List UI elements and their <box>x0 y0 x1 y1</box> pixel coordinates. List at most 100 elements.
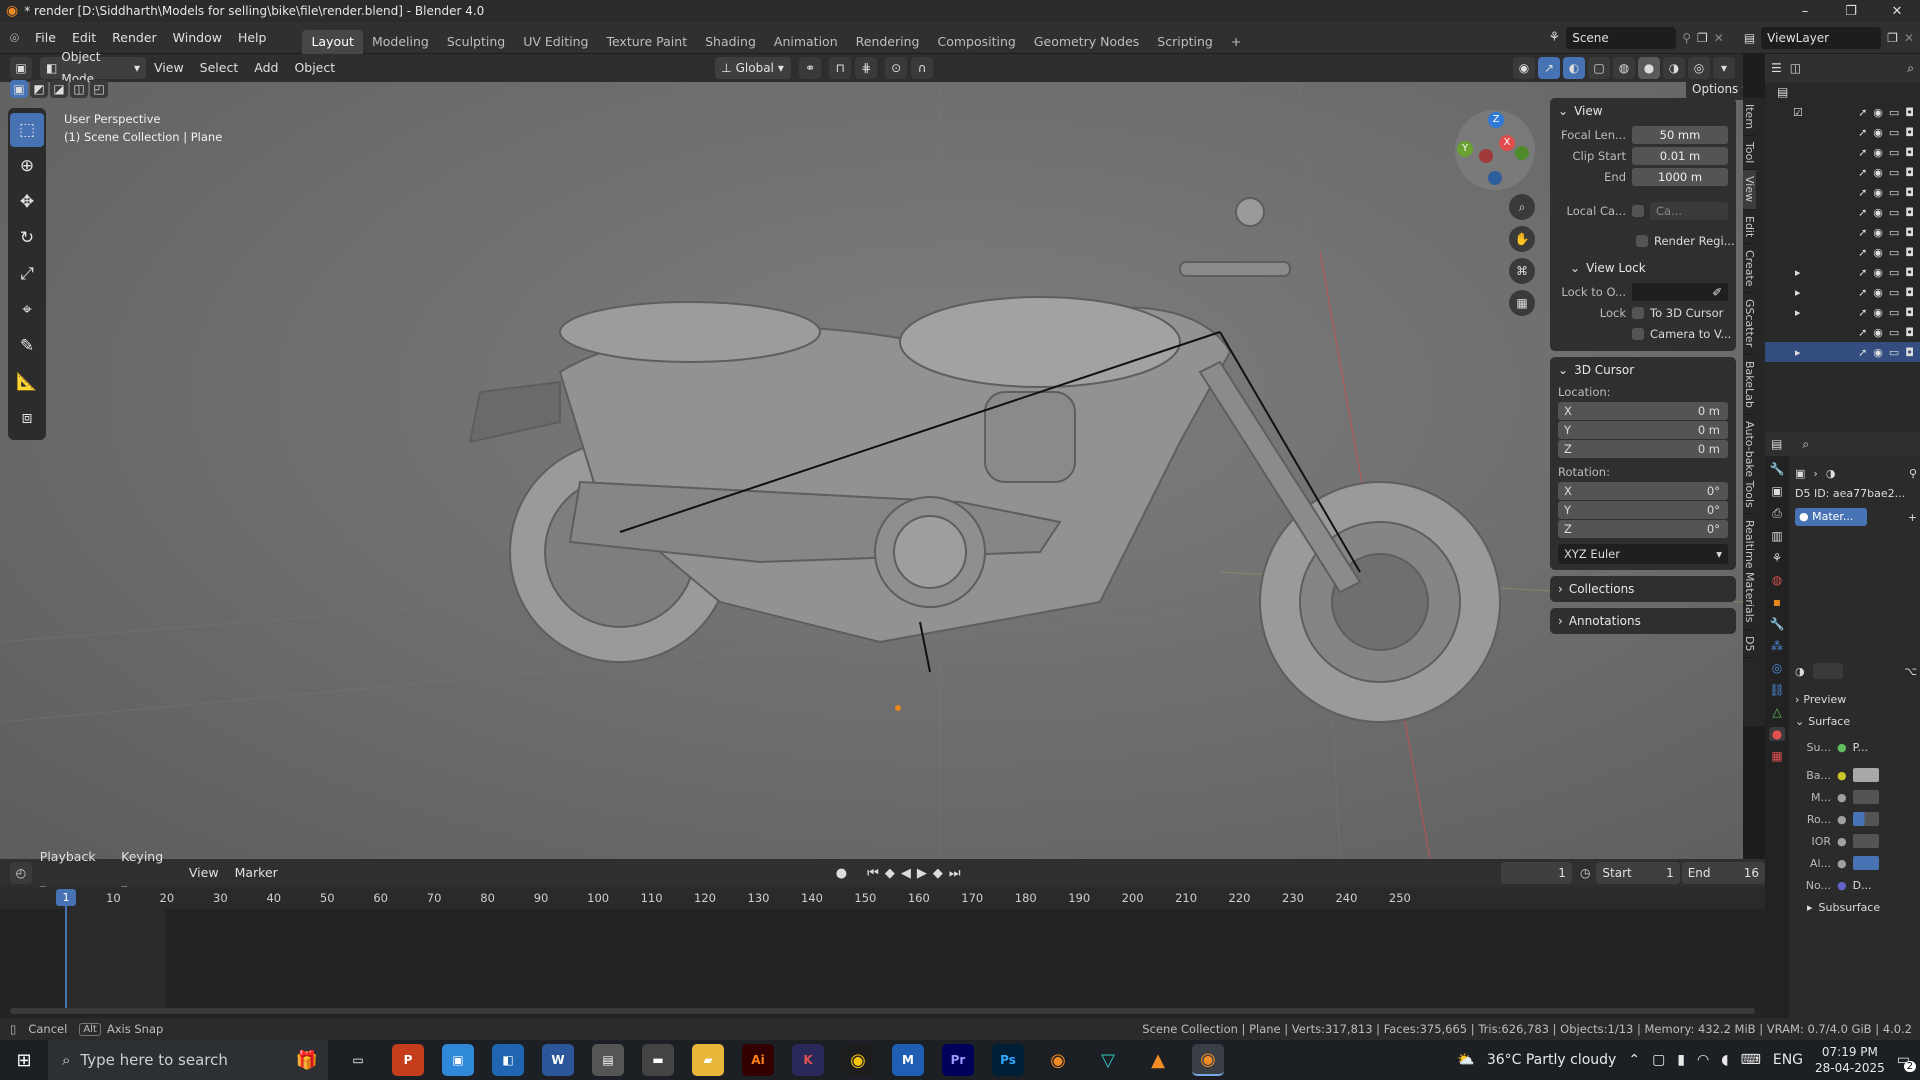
next-keyframe-icon[interactable]: ◆ <box>933 866 943 881</box>
add-workspace-button[interactable]: + <box>1222 30 1250 54</box>
properties-editor-icon[interactable]: ▤ <box>1771 437 1782 451</box>
file-explorer-icon[interactable]: ▰ <box>692 1044 724 1076</box>
alpha-field[interactable] <box>1852 856 1879 870</box>
display-mode-icon[interactable]: ◫ <box>1790 61 1801 75</box>
language-indicator[interactable]: ENG <box>1773 1052 1803 1068</box>
lock-to-object-field[interactable]: ✐ <box>1632 283 1728 301</box>
camera-icon[interactable]: ◘ <box>1905 166 1914 179</box>
filter-icon[interactable]: ▤ <box>1777 85 1788 99</box>
select-arrow-icon[interactable]: ➚ <box>1858 306 1867 319</box>
gizmo-toggle-icon[interactable]: ↗ <box>1538 57 1560 79</box>
camera-icon[interactable]: ◘ <box>1905 146 1914 159</box>
marker-menu[interactable]: Marker <box>227 857 286 889</box>
play-icon[interactable]: ▶ <box>917 866 927 881</box>
camera-icon[interactable]: ◘ <box>1905 206 1914 219</box>
select-arrow-icon[interactable]: ➚ <box>1858 226 1867 239</box>
view-section-header[interactable]: ⌄ View <box>1550 98 1736 124</box>
eye-icon[interactable]: ◉ <box>1873 346 1883 359</box>
drive-icon[interactable]: ▬ <box>642 1044 674 1076</box>
expand-arrow-icon[interactable]: ▸ <box>1795 346 1801 359</box>
current-frame-field[interactable]: 1 <box>1500 862 1572 884</box>
viewlayer-icon[interactable]: ▤ <box>1744 31 1755 45</box>
monitor-icon[interactable]: ▭ <box>1889 166 1899 179</box>
gizmo-z-axis[interactable]: Z <box>1488 112 1504 128</box>
weather-text[interactable]: 36°C Partly cloudy <box>1487 1052 1617 1068</box>
monitor-icon[interactable]: ▭ <box>1889 246 1899 259</box>
eye-icon[interactable]: ◉ <box>1873 286 1883 299</box>
select-arrow-icon[interactable]: ➚ <box>1858 266 1867 279</box>
select-arrow-icon[interactable]: ➚ <box>1858 106 1867 119</box>
outliner-row[interactable]: ➚ ◉ ▭ ◘ <box>1765 202 1920 222</box>
eye-icon[interactable]: ◉ <box>1873 166 1883 179</box>
blender-menu-icon[interactable]: ⌾ <box>0 29 27 47</box>
tab-rendering[interactable]: Rendering <box>847 30 929 54</box>
subsurface-panel-header[interactable]: ▸ Subsurface <box>1795 896 1917 918</box>
tab-sculpting[interactable]: Sculpting <box>438 30 514 54</box>
select-arrow-icon[interactable]: ➚ <box>1858 126 1867 139</box>
transform-tool-icon[interactable]: ⌖ <box>10 293 44 327</box>
loc-x-field[interactable]: 0 m <box>1698 404 1728 418</box>
tab-compositing[interactable]: Compositing <box>928 30 1024 54</box>
select-arrow-icon[interactable]: ➚ <box>1858 326 1867 339</box>
metallic-field[interactable] <box>1852 790 1879 804</box>
monitor-icon[interactable]: ▭ <box>1889 226 1899 239</box>
tab-view[interactable]: View <box>1743 170 1756 210</box>
monitor-icon[interactable]: ▭ <box>1889 346 1899 359</box>
camera-to-view-checkbox[interactable] <box>1632 328 1644 340</box>
outliner-row[interactable]: ☑ ➚ ◉ ▭ ◘ <box>1765 102 1920 122</box>
tab-create[interactable]: Create <box>1743 244 1756 294</box>
viewlayer-selector[interactable]: ViewLayer <box>1761 26 1882 49</box>
outliner-row[interactable]: ➚ ◉ ▭ ◘ <box>1765 242 1920 262</box>
monitor-icon[interactable]: ▭ <box>1889 286 1899 299</box>
eye-icon[interactable]: ◉ <box>1873 326 1883 339</box>
eye-icon[interactable]: ◉ <box>1873 126 1883 139</box>
tab-gscatter[interactable]: GScatter <box>1743 293 1756 355</box>
material-slot[interactable]: ● Mater... <box>1795 508 1867 526</box>
blender-active-icon[interactable]: ◉ <box>1192 1044 1224 1076</box>
roughness-field[interactable] <box>1852 812 1879 826</box>
select-arrow-icon[interactable]: ➚ <box>1858 286 1867 299</box>
windows-start-icon[interactable]: ⊞ <box>0 1050 48 1071</box>
maximize-button[interactable]: ❐ <box>1828 4 1874 19</box>
output-props-icon[interactable]: ⎙ <box>1772 506 1782 521</box>
jump-end-icon[interactable]: ⏭ <box>949 866 961 881</box>
outliner-row[interactable]: ▸ ➚ ◉ ▭ ◘ <box>1765 282 1920 302</box>
illustrator-icon[interactable]: Ai <box>742 1044 774 1076</box>
view-layer-props-icon[interactable]: ▥ <box>1771 529 1782 543</box>
navigation-gizmo[interactable]: Z Y X <box>1455 110 1535 190</box>
menu-object[interactable]: Object <box>286 52 343 84</box>
node-icon[interactable]: ⌥ <box>1904 665 1917 678</box>
close-button[interactable]: ✕ <box>1874 4 1920 19</box>
tab-uv-editing[interactable]: UV Editing <box>514 30 597 54</box>
camera-icon[interactable]: ◘ <box>1905 226 1914 239</box>
monitor-icon[interactable]: ▭ <box>1889 326 1899 339</box>
monitor-icon[interactable]: ▭ <box>1889 106 1899 119</box>
orientation-dropdown[interactable]: ⊥ Global ▾ <box>715 57 792 79</box>
taskbar-search[interactable]: ⌕ Type here to search 🎁 <box>48 1040 328 1080</box>
tab-scripting[interactable]: Scripting <box>1148 30 1222 54</box>
menu-window[interactable]: Window <box>165 22 230 54</box>
world-props-icon[interactable]: ◍ <box>1772 573 1782 587</box>
pin-icon[interactable]: ⚲ <box>1682 31 1691 45</box>
constraints-props-icon[interactable]: ⛓ <box>1769 683 1784 697</box>
local-camera-checkbox[interactable] <box>1632 205 1644 217</box>
gizmo-y-axis[interactable]: Y <box>1457 141 1473 157</box>
timeline-scrollbar[interactable] <box>10 1008 1755 1014</box>
tab-tool[interactable]: Tool <box>1743 136 1756 171</box>
annotate-tool-icon[interactable]: ✎ <box>10 329 44 363</box>
eye-icon[interactable]: ◉ <box>1873 206 1883 219</box>
physics-props-icon[interactable]: ◎ <box>1772 661 1782 675</box>
select-invert-icon[interactable]: ◫ <box>70 80 88 98</box>
outliner-row-selected[interactable]: ▸ ➚ ◉ ▭ ◘ <box>1765 342 1920 362</box>
add-cube-tool-icon[interactable]: ⧈ <box>10 401 44 435</box>
camera-icon[interactable]: ◘ <box>1905 186 1914 199</box>
play-reverse-icon[interactable]: ◀ <box>901 866 911 881</box>
menu-view[interactable]: View <box>146 52 192 84</box>
zoom-icon[interactable]: ⌕ <box>1509 194 1535 220</box>
word-icon[interactable]: W <box>542 1044 574 1076</box>
ortho-grid-icon[interactable]: ▦ <box>1509 290 1535 316</box>
jump-start-icon[interactable]: ⏮ <box>867 866 879 881</box>
normal-field[interactable]: D... <box>1853 879 1872 892</box>
delete-viewlayer-icon[interactable]: ✕ <box>1904 31 1914 45</box>
rendered-shading-icon[interactable]: ◎ <box>1688 57 1710 79</box>
